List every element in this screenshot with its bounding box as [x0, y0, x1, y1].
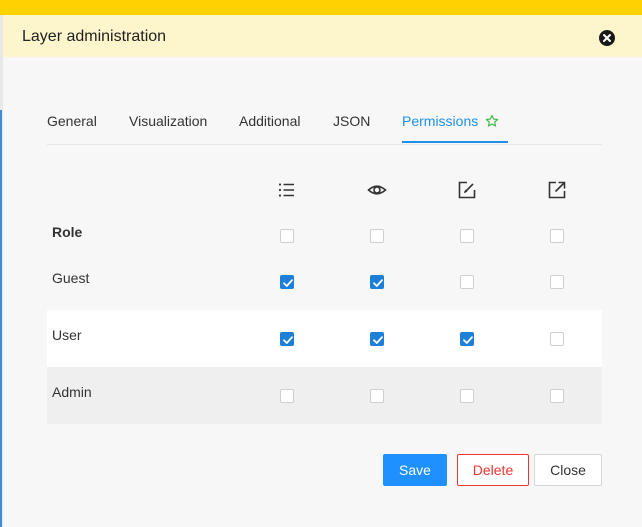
guest-checkbox-edit[interactable] [460, 275, 474, 289]
user-checkbox-edit[interactable] [460, 332, 474, 346]
row-label-admin: Admin [52, 384, 92, 400]
checkmark-icon [373, 279, 383, 287]
header-checkbox-view[interactable] [370, 229, 384, 243]
table-row: Admin [47, 367, 602, 424]
star-icon [485, 114, 499, 131]
header-checkbox-edit[interactable] [460, 229, 474, 243]
table-row: Guest [47, 256, 602, 310]
guest-checkbox-publish[interactable] [550, 275, 564, 289]
row-label-guest: Guest [52, 270, 90, 286]
checkmark-icon [283, 279, 293, 287]
checkmark-icon [463, 336, 473, 344]
admin-checkbox-edit[interactable] [460, 389, 474, 403]
user-checkbox-publish[interactable] [550, 332, 564, 346]
save-button[interactable]: Save [383, 454, 447, 486]
user-checkbox-list[interactable] [280, 332, 294, 346]
table-row: User [47, 310, 602, 367]
dialog-header: Layer administration [3, 15, 642, 57]
admin-checkbox-publish[interactable] [550, 389, 564, 403]
role-header-label: Role [52, 224, 83, 240]
checkmark-icon [373, 336, 383, 344]
guest-checkbox-view[interactable] [370, 275, 384, 289]
header-checkbox-list[interactable] [280, 229, 294, 243]
tab-bar: General Visualization Additional JSON Pe… [47, 100, 602, 145]
tab-permissions[interactable]: Permissions [402, 113, 499, 131]
delete-button[interactable]: Delete [457, 454, 529, 486]
eye-icon [367, 180, 387, 200]
close-button[interactable]: Close [534, 454, 602, 486]
tab-additional[interactable]: Additional [239, 113, 301, 129]
row-label-user: User [52, 327, 82, 343]
close-icon[interactable] [599, 30, 615, 46]
left-edge-accent [0, 110, 2, 527]
tab-general[interactable]: General [47, 113, 97, 129]
list-icon [277, 180, 297, 200]
tab-json[interactable]: JSON [333, 113, 370, 129]
publish-icon [547, 180, 567, 200]
active-tab-indicator [402, 141, 508, 143]
tab-visualization[interactable]: Visualization [129, 113, 207, 129]
checkmark-icon [283, 336, 293, 344]
dialog-title: Layer administration [22, 28, 167, 45]
tab-permissions-label: Permissions [402, 113, 479, 129]
admin-checkbox-view[interactable] [370, 389, 384, 403]
user-checkbox-view[interactable] [370, 332, 384, 346]
edit-icon [457, 180, 477, 200]
top-accent-bar [0, 0, 642, 15]
admin-checkbox-list[interactable] [280, 389, 294, 403]
role-header-row: Role [47, 214, 602, 256]
guest-checkbox-list[interactable] [280, 275, 294, 289]
header-checkbox-publish[interactable] [550, 229, 564, 243]
